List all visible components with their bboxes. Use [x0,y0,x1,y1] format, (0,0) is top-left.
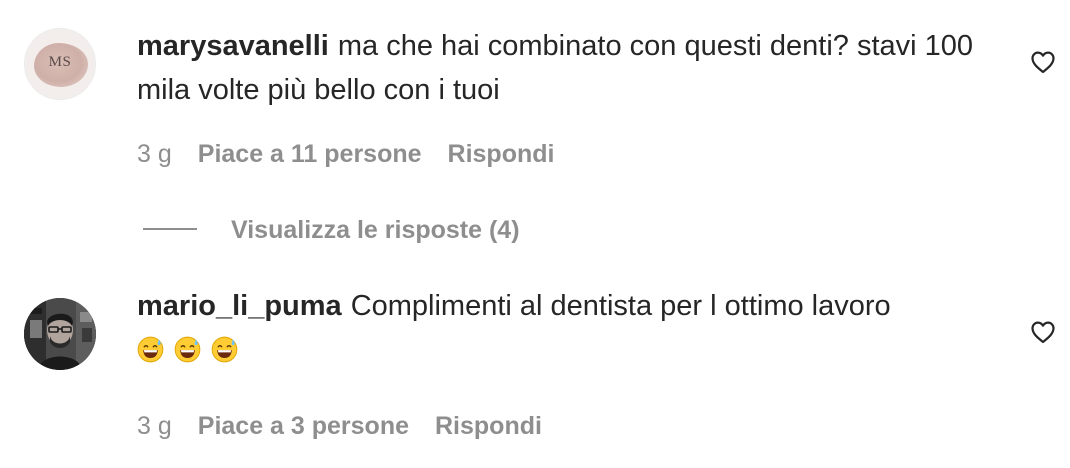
reply-button[interactable]: Rispondi [435,412,542,440]
avatar[interactable]: MS [24,28,96,100]
comment-list: MS marysavanelli ma che hai combinato con… [0,0,1070,468]
avatar-monogram: MS [48,54,72,70]
view-replies-label: Visualizza le risposte (4) [231,216,520,244]
view-replies-button[interactable]: Visualizza le risposte (4) [143,216,520,245]
comment-text: mario_li_puma Complimenti al dentista per… [137,284,997,372]
comment-emojis [137,328,240,372]
grinning-sweat-emoji-icon [174,336,201,363]
heart-icon[interactable] [1029,318,1057,346]
reply-button[interactable]: Rispondi [448,140,555,168]
heart-icon[interactable] [1029,48,1057,76]
avatar-photo [24,298,96,370]
comment-text: marysavanelli ma che hai combinato con qu… [137,24,997,112]
comment-username[interactable]: marysavanelli [137,30,329,62]
comment-meta: 3 g Piace a 3 persone Rispondi [137,412,542,441]
grinning-sweat-emoji-icon [211,336,238,363]
comment-likes[interactable]: Piace a 3 persone [198,412,409,440]
comment-time[interactable]: 3 g [137,412,172,440]
comment-body: Complimenti al dentista per l ottimo lav… [350,290,891,322]
comment-likes[interactable]: Piace a 11 persone [198,140,422,168]
comment-time[interactable]: 3 g [137,140,172,168]
grinning-sweat-emoji-icon [137,336,164,363]
comment-meta: 3 g Piace a 11 persone Rispondi [137,140,554,169]
avatar[interactable] [24,298,96,370]
divider-line [143,228,197,231]
comment-username[interactable]: mario_li_puma [137,290,342,322]
